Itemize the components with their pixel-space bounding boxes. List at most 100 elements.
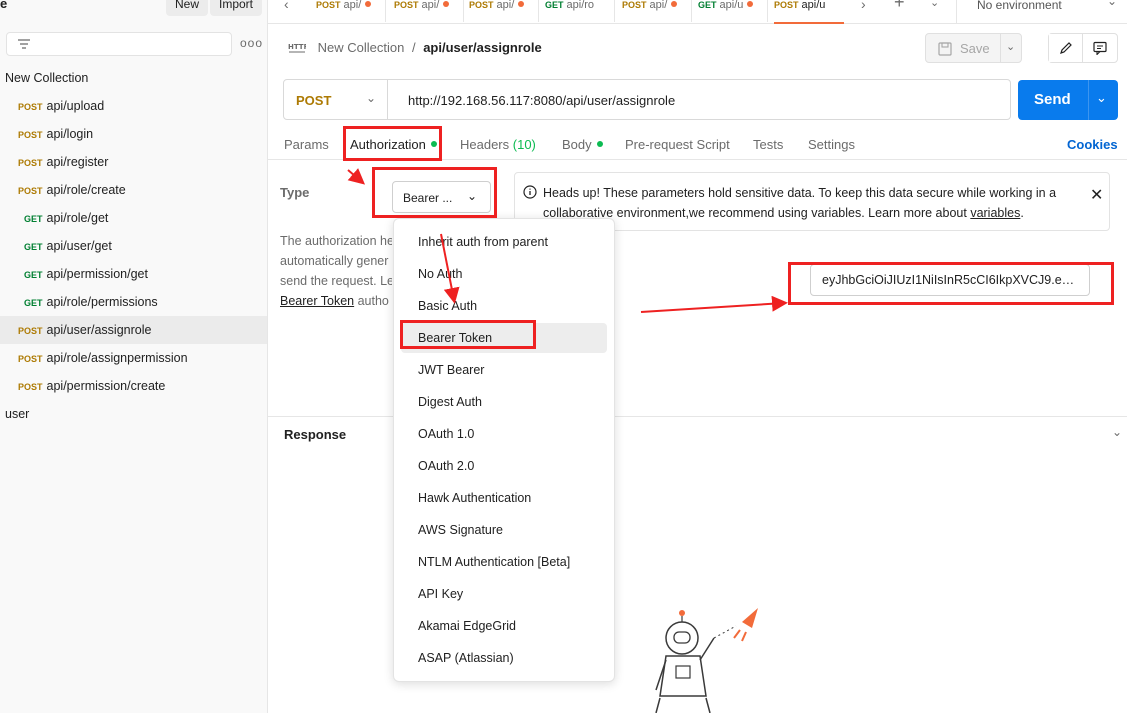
auth-type-option[interactable]: JWT Bearer xyxy=(401,355,607,385)
url-input[interactable]: http://192.168.56.117:8080/api/user/assi… xyxy=(408,93,675,108)
breadcrumb-request[interactable]: api/user/assignrole xyxy=(423,40,542,55)
tab-prerequest-script[interactable]: Pre-request Script xyxy=(625,137,730,152)
request-tab[interactable]: GET api/ro xyxy=(545,0,615,24)
auth-type-option-label: JWT Bearer xyxy=(418,363,485,377)
collection-item[interactable]: New Collection xyxy=(0,64,267,92)
send-button[interactable]: Send ⌄ xyxy=(1018,80,1118,120)
sidebar-request-item[interactable]: POST api/permission/create xyxy=(0,372,267,400)
request-tab[interactable]: GET api/u xyxy=(698,0,768,24)
close-icon[interactable]: ✕ xyxy=(1090,185,1103,205)
request-tab[interactable]: POST api/ xyxy=(316,0,386,24)
token-input[interactable]: eyJhbGciOiJIUzI1NiIsInR5cCI6IkpXVCJ9.eyJ… xyxy=(810,264,1090,296)
collection-tree: New Collection POST api/upload POST api/log… xyxy=(0,64,267,428)
save-options-chevron-icon[interactable]: ⌄ xyxy=(1006,40,1015,53)
sidebar-request-item[interactable]: POST api/upload xyxy=(0,92,267,120)
method-badge: GET xyxy=(24,270,43,280)
request-name: api/register xyxy=(46,155,109,169)
auth-type-option[interactable]: OAuth 1.0 xyxy=(401,419,607,449)
tab-params[interactable]: Params xyxy=(284,137,329,152)
tab-headers[interactable]: Headers (10) xyxy=(460,137,536,152)
sidebar-request-item[interactable]: POST api/role/assignpermission xyxy=(0,344,267,372)
method-badge: POST xyxy=(394,0,419,10)
request-tab[interactable]: POST api/ xyxy=(622,0,692,24)
auth-type-option[interactable]: Digest Auth xyxy=(401,387,607,417)
request-name: api/role/get xyxy=(46,211,109,225)
status-dot xyxy=(430,141,437,147)
method-badge: GET xyxy=(24,242,43,252)
import-button[interactable]: Import xyxy=(210,0,263,16)
tab-name: api/ro xyxy=(566,0,595,11)
variables-link[interactable]: variables xyxy=(970,206,1020,220)
request-tab-bar: ‹ POST api/POST api/POST api/GET api/ro POST a… xyxy=(268,0,1127,24)
info-icon xyxy=(523,185,537,199)
auth-type-option-label: ASAP (Atlassian) xyxy=(418,651,514,665)
method-select[interactable]: POST ⌄ xyxy=(284,80,388,119)
environment-select[interactable]: No environment ⌄ xyxy=(956,0,1127,24)
sidebar-request-item[interactable]: GET api/role/permissions xyxy=(0,288,267,316)
save-button[interactable]: Save ⌄ xyxy=(925,33,1022,63)
environment-label: No environment xyxy=(977,0,1062,12)
tab-menu-chevron-down-icon[interactable]: ⌄ xyxy=(930,0,939,9)
auth-type-option[interactable]: ASAP (Atlassian) xyxy=(401,643,607,673)
unsaved-dot xyxy=(443,1,450,7)
add-tab-icon[interactable]: + xyxy=(894,0,905,13)
tab-name: api/u xyxy=(719,0,744,11)
save-label: Save xyxy=(960,41,990,56)
sidebar-search-input[interactable] xyxy=(6,32,232,56)
sidebar-request-item[interactable]: POST api/register xyxy=(0,148,267,176)
sidebar-request-item[interactable]: POST api/role/create xyxy=(0,176,267,204)
auth-type-option-label: Bearer Token xyxy=(418,331,493,345)
edit-button[interactable] xyxy=(1049,34,1083,62)
unsaved-dot xyxy=(747,1,754,7)
chevron-left-icon[interactable]: ‹ xyxy=(284,0,289,12)
tab-name: api/ xyxy=(421,0,440,11)
tab-tests[interactable]: Tests xyxy=(753,137,783,152)
auth-type-option-label: API Key xyxy=(418,587,464,601)
sidebar-request-item[interactable]: GET api/user/get xyxy=(0,232,267,260)
auth-type-select[interactable]: Bearer ... ⌄ xyxy=(392,181,491,213)
svg-text:HTTP: HTTP xyxy=(288,43,306,51)
sidebar-request-item[interactable]: POST api/login xyxy=(0,120,267,148)
send-options-chevron-icon[interactable]: ⌄ xyxy=(1096,90,1107,106)
unsaved-dot xyxy=(365,1,372,7)
auth-type-option[interactable]: OAuth 2.0 xyxy=(401,451,607,481)
request-name: api/user/assignrole xyxy=(46,323,152,337)
auth-type-option[interactable]: AWS Signature xyxy=(401,515,607,545)
auth-type-option[interactable]: Inherit auth from parent xyxy=(401,227,607,257)
request-name: api/permission/get xyxy=(46,267,148,281)
auth-type-option[interactable]: Akamai EdgeGrid xyxy=(401,611,607,641)
chevron-down-icon: ⌄ xyxy=(467,189,478,203)
tab-body[interactable]: Body xyxy=(562,137,603,152)
sidebar-request-item[interactable]: GET api/permission/get xyxy=(0,260,267,288)
comments-icon[interactable] xyxy=(1093,41,1107,55)
tab-name: api/ xyxy=(343,0,362,11)
auth-type-option[interactable]: Basic Auth xyxy=(401,291,607,321)
auth-type-option[interactable]: NTLM Authentication [Beta] xyxy=(401,547,607,577)
new-button[interactable]: New xyxy=(166,0,209,16)
auth-type-option-label: Basic Auth xyxy=(418,299,478,313)
chevron-right-icon[interactable]: › xyxy=(861,0,866,12)
request-tab[interactable]: POST api/u xyxy=(774,0,844,24)
tab-settings[interactable]: Settings xyxy=(808,137,855,152)
auth-type-option[interactable]: No Auth xyxy=(401,259,607,289)
collection-item[interactable]: user xyxy=(0,400,267,428)
request-tab[interactable]: POST api/ xyxy=(394,0,464,24)
chevron-down-icon[interactable]: ⌄ xyxy=(1112,425,1122,439)
request-name: api/role/create xyxy=(46,183,126,197)
request-name: api/permission/create xyxy=(46,379,166,393)
cookies-link[interactable]: Cookies xyxy=(1067,137,1118,152)
method-badge: GET xyxy=(698,0,717,10)
auth-type-option[interactable]: Hawk Authentication xyxy=(401,483,607,513)
tab-authorization[interactable]: Authorization xyxy=(350,137,437,152)
sidebar-request-item[interactable]: GET api/role/get xyxy=(0,204,267,232)
workspace-name[interactable]: e xyxy=(0,0,7,11)
more-options-icon[interactable]: ooo xyxy=(240,36,263,50)
request-tab[interactable]: POST api/ xyxy=(469,0,539,24)
method-badge: POST xyxy=(18,326,43,336)
auth-type-option[interactable]: API Key xyxy=(401,579,607,609)
auth-type-option[interactable]: Bearer Token xyxy=(401,323,607,353)
sidebar-request-item[interactable]: POST api/user/assignrole xyxy=(0,316,267,344)
breadcrumb-collection[interactable]: New Collection xyxy=(318,40,405,55)
bearer-token-docs-link[interactable]: Bearer Token xyxy=(280,294,354,308)
filter-icon[interactable] xyxy=(17,37,31,51)
